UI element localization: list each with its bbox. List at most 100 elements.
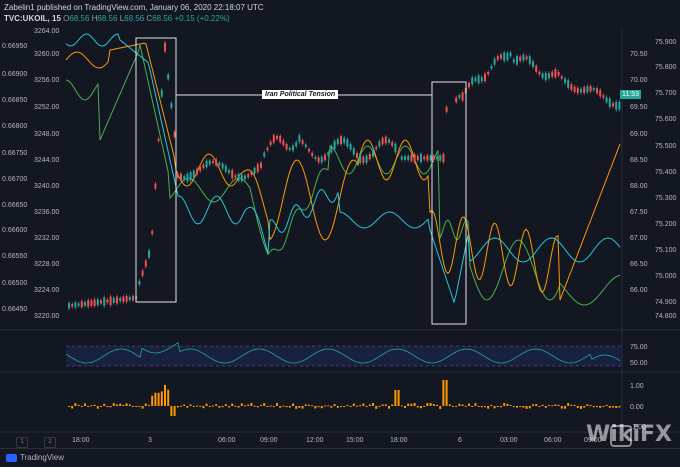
candle-body xyxy=(477,75,480,84)
candle-body xyxy=(589,86,592,92)
histogram-bar xyxy=(77,404,80,406)
candle-body xyxy=(80,301,83,308)
histogram-bar xyxy=(199,405,202,407)
left2-axis-tick: 3240.00 xyxy=(34,183,59,190)
histogram-bar xyxy=(224,404,227,406)
candle-body xyxy=(500,54,502,59)
candle-body xyxy=(247,174,250,178)
orange-line xyxy=(65,42,621,301)
histogram-bar xyxy=(244,405,246,407)
histogram-bar xyxy=(448,404,451,406)
candle-body xyxy=(362,156,365,164)
left2-axis-tick: 3248.00 xyxy=(34,131,59,138)
time-axis-tick: 03:00 xyxy=(500,437,518,444)
candle-body xyxy=(343,137,346,144)
histogram-bar xyxy=(205,403,208,406)
candle-body xyxy=(573,86,576,92)
histogram-bar xyxy=(327,405,330,407)
left2-axis-tick: 3224.00 xyxy=(34,287,59,294)
candle-body xyxy=(154,183,157,189)
oscillator-axis-tick: 1.00 xyxy=(630,383,644,390)
candle-body xyxy=(208,160,211,165)
chart-canvas[interactable]: 0.66950 0.66900 0.66850 0.66800 0.66750 0.667… xyxy=(0,0,680,448)
histogram-bar xyxy=(461,404,464,406)
oscillator-pane: 1.000.00-1.00 xyxy=(68,380,646,431)
time-axis-tick: 12:00 xyxy=(306,437,324,444)
candle-body xyxy=(378,141,381,147)
candle-body xyxy=(340,135,342,145)
candle-body xyxy=(388,139,390,143)
candle-body xyxy=(509,52,512,57)
right1-axis-tick: 66.00 xyxy=(630,287,648,294)
histogram-bar xyxy=(522,406,525,408)
histogram-bar xyxy=(157,392,160,406)
histogram-bar xyxy=(125,403,128,406)
histogram-bar xyxy=(605,404,608,406)
histogram-bar xyxy=(400,405,403,407)
candle-body xyxy=(368,153,371,160)
histogram-bar xyxy=(544,406,547,408)
histogram-bar xyxy=(308,404,310,406)
histogram-bar xyxy=(276,403,278,406)
candle-body xyxy=(218,162,221,166)
histogram-bar xyxy=(103,403,106,406)
candle-body xyxy=(512,59,515,63)
candle-body xyxy=(256,163,259,172)
watermark: WikiFX xyxy=(586,422,672,447)
candle-body xyxy=(583,87,586,94)
histogram-bar xyxy=(576,406,579,408)
tradingview-logo[interactable]: TradingView xyxy=(6,453,64,462)
candle-body xyxy=(279,135,282,143)
oscillator-axis-tick: 0.00 xyxy=(630,404,644,411)
right1-axis-tick: 67.00 xyxy=(630,235,648,242)
histogram-bar xyxy=(116,404,118,406)
candle-body xyxy=(224,165,227,172)
histogram-bar xyxy=(564,406,566,409)
histogram-bar xyxy=(493,406,496,409)
left-axis-tick: 0.66450 xyxy=(2,306,27,313)
histogram-bar xyxy=(429,403,432,406)
candle-body xyxy=(141,270,144,276)
left-axis-tick: 0.66700 xyxy=(2,176,27,183)
histogram-bar xyxy=(301,406,304,409)
candle-body xyxy=(304,144,307,148)
candle-body xyxy=(416,155,419,161)
pane-button-1[interactable]: 1 xyxy=(16,437,28,448)
left-axis-tick: 0.66550 xyxy=(2,253,27,260)
candle-body xyxy=(375,146,378,150)
candle-body xyxy=(170,103,173,109)
left2-axis-tick: 3252.00 xyxy=(34,104,59,111)
histogram-bar xyxy=(592,406,595,408)
candle-body xyxy=(244,175,246,180)
histogram-bar xyxy=(541,404,544,406)
candle-body xyxy=(164,42,166,52)
candle-body xyxy=(391,141,394,146)
histogram-bar xyxy=(212,405,214,407)
histogram-bar xyxy=(314,406,317,409)
candle-body xyxy=(359,154,362,164)
histogram-bar xyxy=(141,406,144,409)
candles xyxy=(68,40,621,311)
o-value: 68.56 xyxy=(69,14,90,23)
tradingview-icon xyxy=(6,453,17,462)
candle-body xyxy=(132,295,134,301)
histogram-bar xyxy=(365,406,368,407)
candle-body xyxy=(212,160,214,164)
candle-body xyxy=(144,260,147,267)
pane-button-2[interactable]: 2 xyxy=(44,437,56,448)
candle-body xyxy=(196,168,198,175)
histogram-bar xyxy=(269,405,272,407)
histogram-bar xyxy=(189,404,192,406)
histogram-bar xyxy=(311,405,314,407)
candle-body xyxy=(189,172,192,181)
histogram-bar xyxy=(381,404,384,406)
indicator-lines xyxy=(65,33,621,306)
annotation-label[interactable]: Iran Political Tension xyxy=(262,90,339,99)
histogram-bar xyxy=(490,404,493,406)
candle-body xyxy=(564,78,566,83)
candle-body xyxy=(468,82,470,88)
right2-axis-tick: 74.900 xyxy=(655,299,677,306)
histogram-bar xyxy=(282,405,285,407)
candle-body xyxy=(349,143,352,150)
histogram-bar xyxy=(154,392,157,406)
